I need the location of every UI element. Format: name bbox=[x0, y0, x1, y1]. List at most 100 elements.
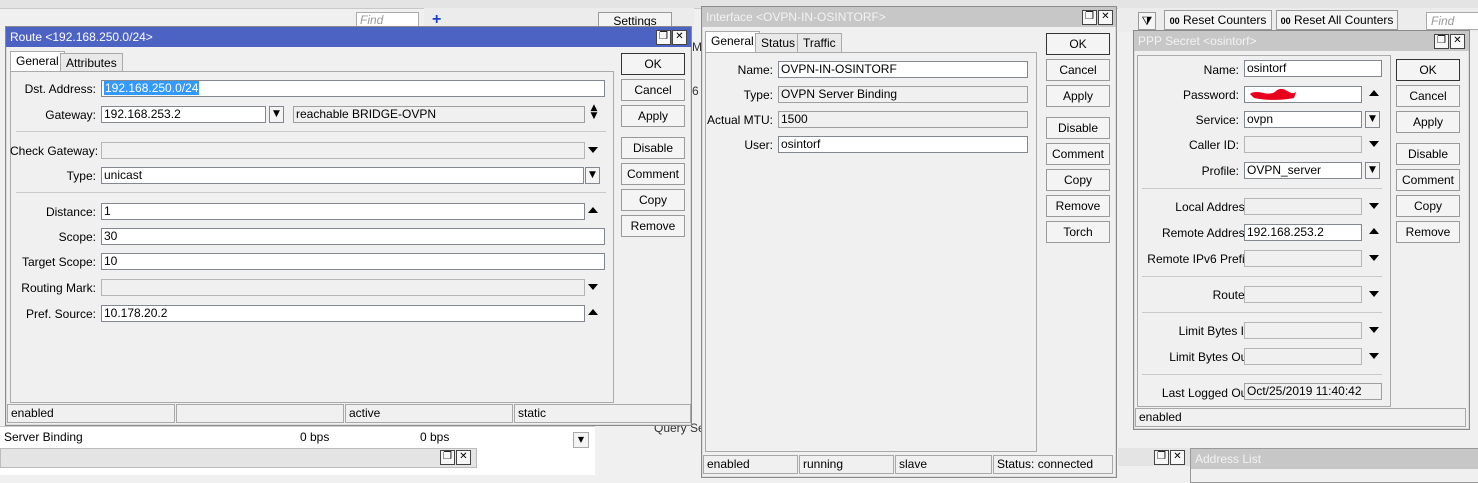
close-icon[interactable]: ✕ bbox=[1450, 34, 1465, 49]
close-icon[interactable]: ✕ bbox=[1098, 10, 1113, 25]
remove-button[interactable]: Remove bbox=[621, 215, 685, 237]
gateway-updown-icon[interactable]: ▲ ▼ bbox=[588, 104, 600, 121]
check-gateway-field[interactable] bbox=[101, 142, 585, 159]
route-window: Route <192.168.250.0/24> ❐ ✕ General Att… bbox=[5, 26, 692, 426]
copy-button[interactable]: Copy bbox=[1046, 169, 1110, 191]
copy-button[interactable]: Copy bbox=[621, 189, 685, 211]
ok-button[interactable]: OK bbox=[1396, 59, 1460, 81]
remote-ipv6-prefix-field[interactable] bbox=[1244, 250, 1362, 267]
routes-dropdown-icon[interactable] bbox=[1369, 291, 1379, 297]
remote-address-collapse-icon[interactable] bbox=[1369, 228, 1379, 234]
routing-mark-dropdown-icon[interactable] bbox=[588, 284, 598, 290]
user-field[interactable]: osintorf bbox=[778, 136, 1028, 153]
close-icon[interactable]: ✕ bbox=[1170, 450, 1185, 465]
caller-id-dropdown-icon[interactable] bbox=[1369, 141, 1379, 147]
background-find-field-2[interactable]: Find bbox=[1426, 12, 1478, 30]
restore-icon[interactable]: ❐ bbox=[1082, 10, 1097, 25]
gateway-field[interactable]: 192.168.253.2 bbox=[101, 106, 266, 123]
tab-general[interactable]: General bbox=[10, 51, 65, 72]
name-field[interactable]: OVPN-IN-OSINTORF bbox=[778, 61, 1028, 78]
name-field[interactable]: osintorf bbox=[1244, 60, 1382, 77]
tab-traffic[interactable]: Traffic bbox=[797, 33, 842, 52]
comment-button[interactable]: Comment bbox=[1396, 169, 1460, 191]
remote-ipv6-dropdown-icon[interactable] bbox=[1369, 255, 1379, 261]
tab-attributes[interactable]: Attributes bbox=[60, 53, 123, 72]
restore-icon[interactable]: ❐ bbox=[656, 30, 671, 45]
target-scope-field[interactable]: 10 bbox=[101, 253, 605, 270]
pref-source-collapse-icon[interactable] bbox=[588, 309, 598, 315]
disable-button[interactable]: Disable bbox=[1396, 143, 1460, 165]
disable-button[interactable]: Disable bbox=[1046, 117, 1110, 139]
remote-address-field[interactable]: 192.168.253.2 bbox=[1244, 224, 1362, 241]
distance-collapse-icon[interactable] bbox=[588, 207, 598, 213]
remove-button[interactable]: Remove bbox=[1396, 221, 1460, 243]
table-cell-rx: 0 bps bbox=[420, 430, 450, 444]
scroll-down-icon[interactable]: ▼ bbox=[573, 432, 589, 448]
name-label: Name: bbox=[1203, 63, 1239, 77]
add-icon[interactable]: + bbox=[432, 12, 441, 28]
apply-button[interactable]: Apply bbox=[621, 105, 685, 127]
pref-source-field[interactable]: 10.178.20.2 bbox=[101, 305, 585, 322]
scope-field[interactable]: 30 bbox=[101, 228, 605, 245]
caller-id-field[interactable] bbox=[1244, 136, 1362, 153]
table-cell-tx: 0 bps bbox=[300, 430, 330, 444]
limit-bytes-out-dropdown-icon[interactable] bbox=[1369, 353, 1379, 359]
reset-all-counters-button[interactable]: 00 Reset All Counters bbox=[1276, 10, 1398, 30]
ok-button[interactable]: OK bbox=[1046, 33, 1110, 55]
service-field[interactable]: ovpn bbox=[1244, 111, 1362, 128]
redaction-scribble bbox=[1250, 88, 1296, 100]
scope-label: Scope: bbox=[58, 230, 96, 244]
password-toggle-icon[interactable] bbox=[1369, 90, 1379, 96]
tab-general[interactable]: General bbox=[705, 31, 760, 52]
routing-mark-field[interactable] bbox=[101, 279, 585, 296]
apply-button[interactable]: Apply bbox=[1396, 111, 1460, 133]
routes-field[interactable] bbox=[1244, 286, 1362, 303]
interface-window-titlebar[interactable]: Interface <OVPN-IN-OSINTORF> bbox=[702, 7, 1116, 27]
close-icon[interactable]: ✕ bbox=[456, 450, 471, 465]
service-dropdown-icon[interactable]: ▼ bbox=[1365, 111, 1380, 128]
type-field[interactable]: unicast bbox=[101, 167, 584, 184]
cancel-button[interactable]: Cancel bbox=[621, 79, 685, 101]
user-label: User: bbox=[744, 138, 773, 152]
comment-button[interactable]: Comment bbox=[621, 163, 685, 185]
table-cell-type: Server Binding bbox=[4, 430, 83, 444]
filter-icon[interactable]: ⧩ bbox=[1138, 12, 1156, 30]
ppp-window-titlebar[interactable]: PPP Secret <osintorf> bbox=[1134, 31, 1469, 51]
disable-button[interactable]: Disable bbox=[621, 137, 685, 159]
remove-button[interactable]: Remove bbox=[1046, 195, 1110, 217]
limit-bytes-in-dropdown-icon[interactable] bbox=[1369, 327, 1379, 333]
limit-bytes-in-field[interactable] bbox=[1244, 322, 1362, 339]
route-window-titlebar[interactable]: Route <192.168.250.0/24> bbox=[6, 27, 691, 47]
copy-button[interactable]: Copy bbox=[1396, 195, 1460, 217]
limit-bytes-in-label: Limit Bytes In: bbox=[1178, 324, 1254, 338]
type-dropdown-icon[interactable]: ▼ bbox=[585, 167, 600, 184]
profile-field[interactable]: OVPN_server bbox=[1244, 162, 1362, 179]
routes-label: Routes: bbox=[1212, 288, 1254, 302]
status-enabled: enabled bbox=[703, 455, 798, 474]
routing-mark-label: Routing Mark: bbox=[21, 281, 96, 295]
pref-source-label: Pref. Source: bbox=[25, 307, 96, 321]
restore-icon[interactable]: ❐ bbox=[440, 450, 455, 465]
cancel-button[interactable]: Cancel bbox=[1396, 85, 1460, 107]
gateway-dropdown-icon[interactable]: ▼ bbox=[269, 106, 284, 123]
ok-button[interactable]: OK bbox=[621, 53, 685, 75]
apply-button[interactable]: Apply bbox=[1046, 85, 1110, 107]
password-redaction bbox=[1248, 86, 1298, 101]
local-address-field[interactable] bbox=[1244, 198, 1362, 215]
limit-bytes-out-field[interactable] bbox=[1244, 348, 1362, 365]
close-icon[interactable]: ✕ bbox=[672, 30, 687, 45]
reset-counters-button[interactable]: 00 Reset Counters bbox=[1164, 10, 1272, 30]
restore-icon[interactable]: ❐ bbox=[1434, 34, 1449, 49]
status-active: active bbox=[345, 404, 513, 423]
check-gateway-dropdown-icon[interactable] bbox=[588, 147, 598, 153]
distance-field[interactable]: 1 bbox=[101, 203, 585, 220]
comment-button[interactable]: Comment bbox=[1046, 143, 1110, 165]
dst-address-field[interactable]: 192.168.250.0/24 bbox=[101, 80, 605, 97]
restore-icon[interactable]: ❐ bbox=[1154, 450, 1169, 465]
torch-button[interactable]: Torch bbox=[1046, 221, 1110, 243]
cancel-button[interactable]: Cancel bbox=[1046, 59, 1110, 81]
local-address-dropdown-icon[interactable] bbox=[1369, 203, 1379, 209]
table-row[interactable]: Server Binding 0 bps 0 bps bbox=[0, 429, 595, 445]
tab-status[interactable]: Status bbox=[755, 33, 802, 52]
profile-dropdown-icon[interactable]: ▼ bbox=[1365, 162, 1380, 179]
